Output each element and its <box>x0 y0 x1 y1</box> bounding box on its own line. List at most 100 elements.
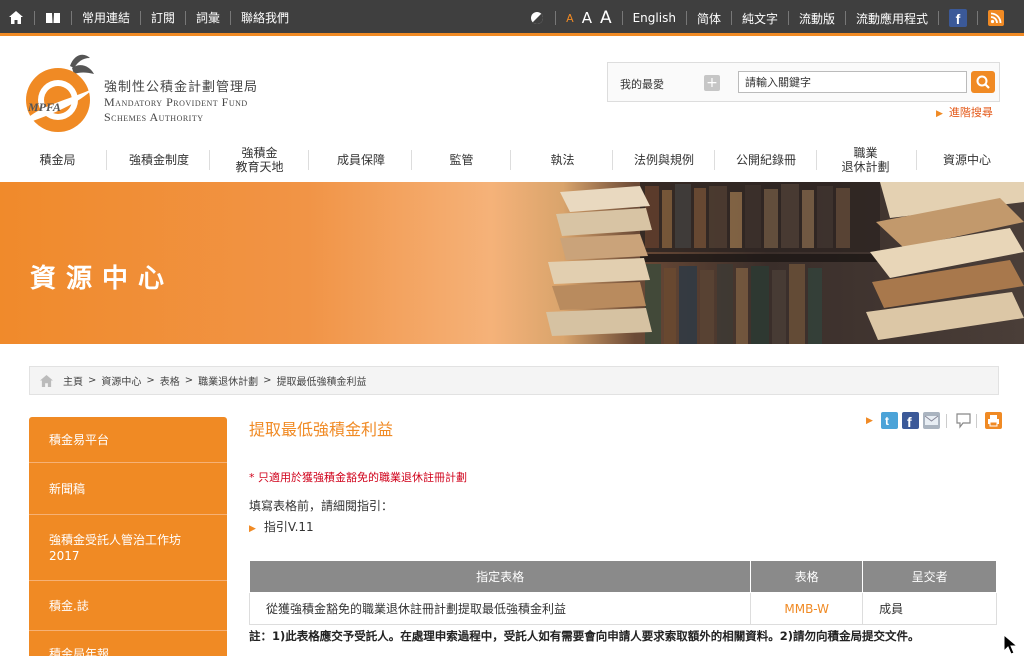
top-left-links: 常用連結 訂閱 詞彙 聯絡我們 <box>8 9 289 26</box>
email-icon[interactable] <box>922 412 940 429</box>
divider <box>621 11 623 25</box>
table-row: 從獲強積金豁免的職業退休註冊計劃提取最低強積金利益 MMB-W 成員 <box>248 592 997 625</box>
svg-text:t: t <box>885 414 889 428</box>
sidebar-item-trustee-workshop[interactable]: 強積金受託人管治工作坊 2017 <box>29 515 227 581</box>
mobile-version-link[interactable]: 流動版 <box>799 10 835 27</box>
column-header-submitted-by: 呈交者 <box>862 560 997 593</box>
divider <box>977 11 978 25</box>
mpfa-logo[interactable]: MPFA 強制性公積金計劃管理局 Mandatory Provident Fun… <box>22 52 282 136</box>
divider <box>816 150 817 170</box>
breadcrumb-separator: > <box>184 375 194 386</box>
main-nav: 積金局 強積金制度 強積金 教育天地 成員保障 監管 執法 法例與規例 公開紀錄… <box>0 140 1024 180</box>
breadcrumb-separator: > <box>88 375 97 386</box>
column-header-form-name: 指定表格 <box>248 560 752 593</box>
svg-text:f: f <box>907 414 912 429</box>
home-icon[interactable] <box>40 374 53 387</box>
search-panel: 我的最愛 + <box>607 62 1000 102</box>
divider <box>34 10 35 25</box>
divider <box>411 150 412 170</box>
mobile-app-link[interactable]: 流動應用程式 <box>856 10 928 27</box>
logo-text: 強制性公積金計劃管理局 Mandatory Provident Fund Sch… <box>104 80 258 125</box>
mpfa-emblem: MPFA <box>26 54 94 132</box>
submitted-by-cell: 成員 <box>862 592 997 625</box>
guide-intro-text: 填寫表格前，請細閱指引： <box>249 499 394 513</box>
divider <box>106 150 107 170</box>
triangle-right-icon: ▶ <box>866 415 873 426</box>
sidebar-item-press-releases[interactable]: 新聞稿 <box>29 463 227 515</box>
divider <box>714 150 715 170</box>
banner-title: 資源中心 <box>30 264 175 294</box>
common-links-link[interactable]: 常用連結 <box>82 9 130 26</box>
nav-item-public-registers[interactable]: 公開紀錄冊 <box>717 140 815 180</box>
print-icon[interactable] <box>984 412 1002 429</box>
text-only-link[interactable]: 純文字 <box>742 10 778 27</box>
share-toolbar: ▶ t f <box>866 412 1002 430</box>
english-link[interactable]: English <box>633 11 676 25</box>
facebook-icon[interactable]: f <box>949 9 967 27</box>
simplified-chinese-link[interactable]: 简体 <box>697 10 721 27</box>
top-utility-bar: 常用連結 訂閱 詞彙 聯絡我們 A A A English 简体 純文字 流動版… <box>0 0 1024 36</box>
add-favorite-icon[interactable]: + <box>704 75 720 91</box>
breadcrumb-home[interactable]: 主頁 <box>63 373 83 388</box>
nav-item-enforcement[interactable]: 執法 <box>515 140 610 180</box>
subscribe-link[interactable]: 訂閱 <box>151 9 175 26</box>
divider <box>730 11 732 25</box>
divider <box>510 150 511 170</box>
nav-item-legislation[interactable]: 法例與規例 <box>615 140 713 180</box>
page-title: 提取最低強積金利益 <box>249 420 394 439</box>
advanced-search-link[interactable]: ▶ 進階搜尋 <box>936 104 993 120</box>
breadcrumb-resource-centre[interactable]: 資源中心 <box>101 373 141 388</box>
breadcrumb-separator: > <box>263 375 272 386</box>
facebook-share-icon[interactable]: f <box>901 412 919 430</box>
divider <box>555 11 557 25</box>
font-size-medium[interactable]: A <box>582 9 592 27</box>
rss-icon[interactable] <box>988 10 1004 26</box>
breadcrumb-orso[interactable]: 職業退休計劃 <box>198 373 258 388</box>
divider <box>185 10 187 25</box>
sidebar-item-empf[interactable]: 積金易平台 <box>29 417 227 463</box>
comment-icon[interactable] <box>954 412 972 429</box>
divider <box>71 10 72 25</box>
nav-item-orso[interactable]: 職業 退休計劃 <box>818 140 913 180</box>
sidebar-item-mpf-magazine[interactable]: 積金.誌 <box>29 581 227 631</box>
sidebar-item-annual-report[interactable]: 積金局年報 <box>29 631 227 656</box>
search-button[interactable] <box>971 71 995 93</box>
remark-note: 註：1)此表格應交予受託人。在處理申索過程中，受託人如有需要會向申請人要求索取額… <box>249 629 920 643</box>
glossary-link[interactable]: 詞彙 <box>196 9 220 26</box>
nav-item-mpfa[interactable]: 積金局 <box>10 140 105 180</box>
triangle-right-icon: ▶ <box>936 109 943 119</box>
font-size-large[interactable]: A <box>600 8 612 28</box>
contact-us-link[interactable]: 聯絡我們 <box>241 9 289 26</box>
home-icon[interactable] <box>8 10 24 26</box>
mouse-cursor-icon <box>1003 634 1019 655</box>
book-icon[interactable] <box>45 10 61 26</box>
logo-mark-text: MPFA <box>27 100 61 114</box>
divider <box>612 150 613 170</box>
breadcrumb-separator: > <box>146 375 155 386</box>
breadcrumb: 主頁 > 資源中心 > 表格 > 職業退休計劃 > 提取最低強積金利益 <box>29 366 999 395</box>
divider <box>685 11 687 25</box>
nav-item-mpf-system[interactable]: 強積金制度 <box>110 140 208 180</box>
contrast-icon[interactable] <box>529 10 545 26</box>
divider <box>975 413 977 428</box>
nav-item-member-protection[interactable]: 成員保障 <box>312 140 410 180</box>
nav-item-supervision[interactable]: 監管 <box>414 140 509 180</box>
twitter-icon[interactable]: t <box>880 412 898 429</box>
top-right-links: A A A English 简体 純文字 流動版 流動應用程式 f <box>529 7 1004 29</box>
divider <box>787 11 789 25</box>
nav-item-education[interactable]: 強積金 教育天地 <box>212 140 307 180</box>
breadcrumb-forms[interactable]: 表格 <box>160 373 180 388</box>
divider <box>209 150 210 170</box>
form-code-link[interactable]: MMB-W <box>750 592 864 625</box>
search-input[interactable] <box>738 71 967 93</box>
guide-link-label: 指引V.11 <box>263 520 314 534</box>
logo-english-line2: Schemes Authority <box>104 110 204 124</box>
divider <box>945 413 947 428</box>
font-size-small[interactable]: A <box>566 12 574 25</box>
logo-english-line1: Mandatory Provident Fund <box>104 95 248 109</box>
nav-item-resource-centre[interactable]: 資源中心 <box>920 140 1014 180</box>
favorites-label: 我的最愛 <box>620 78 664 91</box>
divider <box>844 11 846 25</box>
applicability-note: * 只適用於獲強積金豁免的職業退休註冊計劃 <box>249 471 467 484</box>
guide-link[interactable]: ▶ 指引V.11 <box>249 518 314 535</box>
